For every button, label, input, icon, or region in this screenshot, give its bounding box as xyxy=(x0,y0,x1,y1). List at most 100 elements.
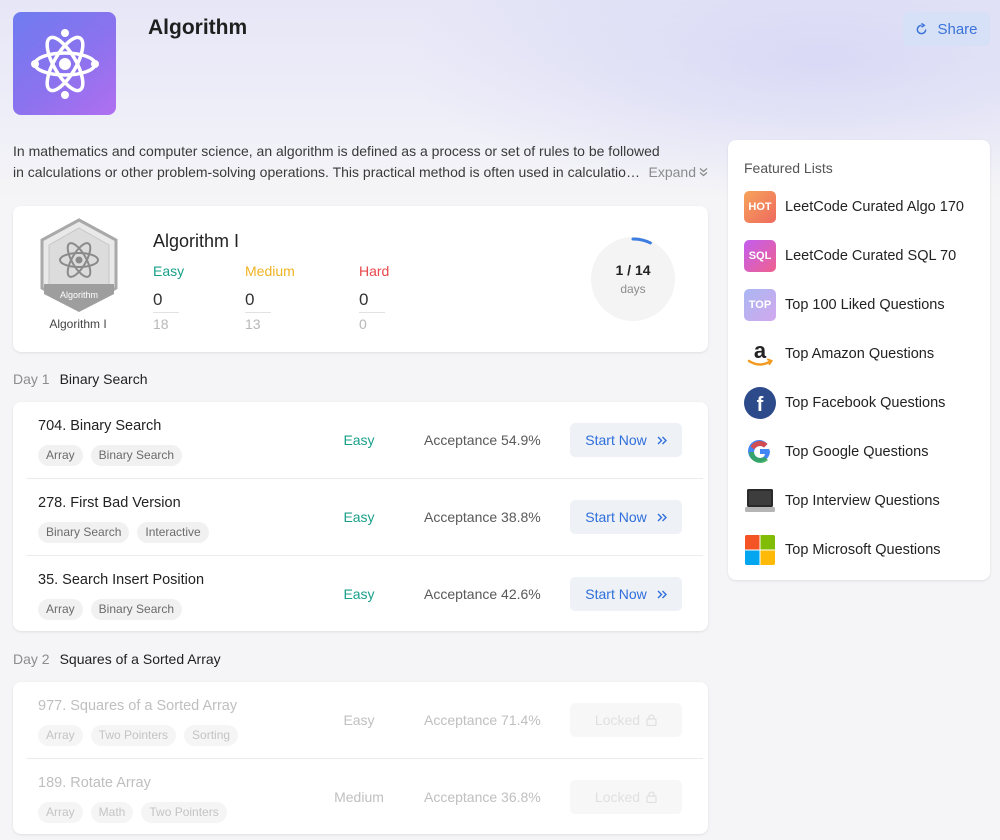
expand-label: Expand xyxy=(648,163,696,180)
progress-count: 1 / 14 xyxy=(615,262,651,278)
question-tag: Binary Search xyxy=(38,522,130,543)
featured-item-microsoft[interactable]: Top Microsoft Questions xyxy=(744,534,984,566)
question-title[interactable]: 278. First Bad Version xyxy=(38,495,181,511)
chevron-double-right-icon xyxy=(657,436,667,444)
medium-stat: Medium 0 13 xyxy=(245,263,295,332)
locked-label: Locked xyxy=(594,789,641,805)
hard-stat: Hard 0 0 xyxy=(359,263,389,332)
algorithm-cover xyxy=(13,12,116,115)
day-1-question-list: 704. Binary Search Array Binary Search E… xyxy=(13,402,708,631)
question-row[interactable]: 278. First Bad Version Binary Search Int… xyxy=(13,479,708,556)
featured-item-amazon[interactable]: a Top Amazon Questions xyxy=(744,338,984,370)
question-acceptance: Acceptance 54.9% xyxy=(424,432,541,448)
question-row[interactable]: 704. Binary Search Array Binary Search E… xyxy=(13,402,708,479)
question-difficulty: Easy xyxy=(343,586,375,602)
question-acceptance: Acceptance 36.8% xyxy=(424,789,541,805)
day-topic: Binary Search xyxy=(59,371,148,387)
progress-unit: days xyxy=(620,282,646,296)
featured-item-curated-sql[interactable]: SQL LeetCode Curated SQL 70 xyxy=(744,240,984,272)
start-now-label: Start Now xyxy=(585,509,647,525)
atom-icon xyxy=(30,28,99,99)
question-difficulty: Medium xyxy=(334,789,384,805)
easy-total: 18 xyxy=(153,316,169,332)
featured-item-label: Top Facebook Questions xyxy=(785,395,946,411)
question-tag: Array xyxy=(38,599,83,620)
question-row-locked: 977. Squares of a Sorted Array Array Two… xyxy=(13,682,708,759)
question-title: 189. Rotate Array xyxy=(38,775,151,791)
laptop-icon xyxy=(744,485,776,517)
question-title[interactable]: 704. Binary Search xyxy=(38,418,161,434)
featured-item-top-100-liked[interactable]: TOP Top 100 Liked Questions xyxy=(744,289,984,321)
hard-solved: 0 xyxy=(359,290,385,313)
featured-item-google[interactable]: G Top Google Questions xyxy=(744,436,984,468)
hard-label: Hard xyxy=(359,263,390,279)
day-number: Day 2 xyxy=(13,651,50,667)
page-title: Algorithm xyxy=(148,16,248,39)
featured-item-label: LeetCode Curated SQL 70 xyxy=(785,248,957,264)
question-acceptance: Acceptance 42.6% xyxy=(424,586,541,602)
lock-icon xyxy=(646,791,657,803)
featured-item-label: Top Interview Questions xyxy=(785,493,940,509)
google-icon: G xyxy=(744,436,776,468)
start-now-button[interactable]: Start Now xyxy=(570,423,682,457)
easy-solved: 0 xyxy=(153,290,179,313)
top-icon: TOP xyxy=(744,289,776,321)
svg-text:G: G xyxy=(744,436,745,437)
day-2-question-list: 977. Squares of a Sorted Array Array Two… xyxy=(13,682,708,834)
featured-item-label: Top Microsoft Questions xyxy=(785,542,941,558)
share-button[interactable]: Share xyxy=(903,12,990,46)
question-acceptance: Acceptance 38.8% xyxy=(424,509,541,525)
locked-label: Locked xyxy=(594,712,641,728)
featured-item-interview[interactable]: Top Interview Questions xyxy=(744,485,984,517)
day-2-header: Day 2 Squares of a Sorted Array xyxy=(13,651,221,667)
microsoft-icon xyxy=(744,534,776,566)
medium-solved: 0 xyxy=(245,290,271,313)
question-difficulty: Easy xyxy=(343,509,375,525)
share-label: Share xyxy=(937,20,978,38)
badge-label: Algorithm I xyxy=(49,317,107,331)
featured-item-facebook[interactable]: f Top Facebook Questions xyxy=(744,387,984,419)
easy-label: Easy xyxy=(153,263,185,279)
algorithm-badge-icon: Algorithm xyxy=(40,218,118,312)
question-tag: Array xyxy=(38,445,83,466)
description-line-2: in calculations or other problem-solving… xyxy=(13,163,641,180)
question-tag: Two Pointers xyxy=(90,725,177,746)
lock-icon xyxy=(646,714,657,726)
locked-button: Locked xyxy=(570,780,682,814)
start-now-label: Start Now xyxy=(585,432,647,448)
question-difficulty: Easy xyxy=(343,712,375,728)
chevron-double-right-icon xyxy=(657,590,667,598)
day-number: Day 1 xyxy=(13,371,50,387)
facebook-icon: f xyxy=(744,387,776,419)
featured-item-label: Top Amazon Questions xyxy=(785,346,935,362)
expand-button[interactable]: Expand xyxy=(649,162,708,183)
share-icon xyxy=(917,22,927,34)
question-tag: Binary Search xyxy=(90,599,183,620)
medium-total: 13 xyxy=(245,316,261,332)
badge-text: Algorithm xyxy=(60,290,98,300)
question-tag: Array xyxy=(38,725,83,746)
sql-icon: SQL xyxy=(744,240,776,272)
amazon-icon: a xyxy=(744,338,776,370)
progress-ring: 1 / 14 days xyxy=(588,234,678,324)
study-plan-card: Algorithm Algorithm I Algorithm I Easy 0… xyxy=(13,206,708,352)
question-tag: Binary Search xyxy=(90,445,183,466)
start-now-label: Start Now xyxy=(585,586,647,602)
description-line-1: In mathematics and computer science, an … xyxy=(13,143,660,159)
medium-label: Medium xyxy=(245,263,295,279)
start-now-button[interactable]: Start Now xyxy=(570,577,682,611)
question-difficulty: Easy xyxy=(343,432,375,448)
svg-text:a: a xyxy=(754,338,767,363)
question-acceptance: Acceptance 71.4% xyxy=(424,712,541,728)
featured-item-curated-algo[interactable]: HOT LeetCode Curated Algo 170 xyxy=(744,191,984,223)
hot-icon: HOT xyxy=(744,191,776,223)
start-now-button[interactable]: Start Now xyxy=(570,500,682,534)
question-tag: Two Pointers xyxy=(141,802,227,823)
question-row[interactable]: 35. Search Insert Position Array Binary … xyxy=(13,556,708,633)
question-tag: Array xyxy=(38,802,83,823)
featured-item-label: Top 100 Liked Questions xyxy=(785,297,945,313)
question-tag: Sorting xyxy=(184,725,239,746)
day-topic: Squares of a Sorted Array xyxy=(59,651,221,667)
chevron-double-down-icon xyxy=(699,167,708,177)
question-title[interactable]: 35. Search Insert Position xyxy=(38,572,204,588)
